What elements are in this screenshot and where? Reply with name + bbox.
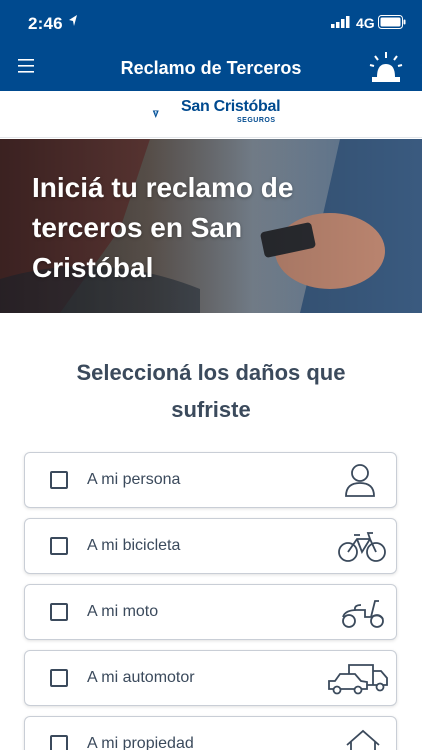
option-label: A mi persona xyxy=(87,471,181,488)
person-icon xyxy=(345,464,375,497)
checkbox[interactable] xyxy=(50,471,68,489)
cell-signal-icon xyxy=(331,16,350,28)
option-propiedad[interactable]: A mi propiedad xyxy=(24,716,397,750)
house-icon xyxy=(346,729,380,750)
brand-name: San Cristóbal xyxy=(181,98,281,115)
bicycle-icon xyxy=(338,532,386,562)
location-arrow-icon xyxy=(69,15,77,26)
brand-logo xyxy=(152,110,159,118)
checkbox[interactable] xyxy=(50,537,68,555)
top-app-bar: 2:46 4G Reclamo de Terceros xyxy=(0,0,422,91)
section-title: Seleccioná los daños que sufriste xyxy=(76,360,346,422)
option-label: A mi automotor xyxy=(87,669,195,686)
checkbox[interactable] xyxy=(50,735,68,750)
checkbox[interactable] xyxy=(50,603,68,621)
option-label: A mi bicicleta xyxy=(87,537,181,554)
car-truck-icon xyxy=(328,664,388,695)
battery-icon xyxy=(378,15,406,29)
scooter-icon xyxy=(342,600,384,628)
option-bicicleta[interactable]: A mi bicicleta xyxy=(24,518,397,574)
network-type: 4G xyxy=(356,15,375,31)
brand-sub: SEGUROS xyxy=(237,117,276,124)
option-automotor[interactable]: A mi automotor xyxy=(24,650,397,706)
status-bar: 2:46 4G xyxy=(0,0,422,40)
option-label: A mi moto xyxy=(87,603,159,620)
emergency-siren-icon[interactable] xyxy=(368,50,404,84)
option-persona[interactable]: A mi persona xyxy=(24,452,397,508)
page-title: Reclamo de Terceros xyxy=(120,58,302,78)
checkbox[interactable] xyxy=(50,669,68,687)
option-label: A mi propiedad xyxy=(87,735,194,750)
option-moto[interactable]: A mi moto xyxy=(24,584,397,640)
hero-title: Iniciá tu reclamo de terceros en San Cri… xyxy=(32,172,294,283)
status-time: 2:46 xyxy=(28,14,63,33)
